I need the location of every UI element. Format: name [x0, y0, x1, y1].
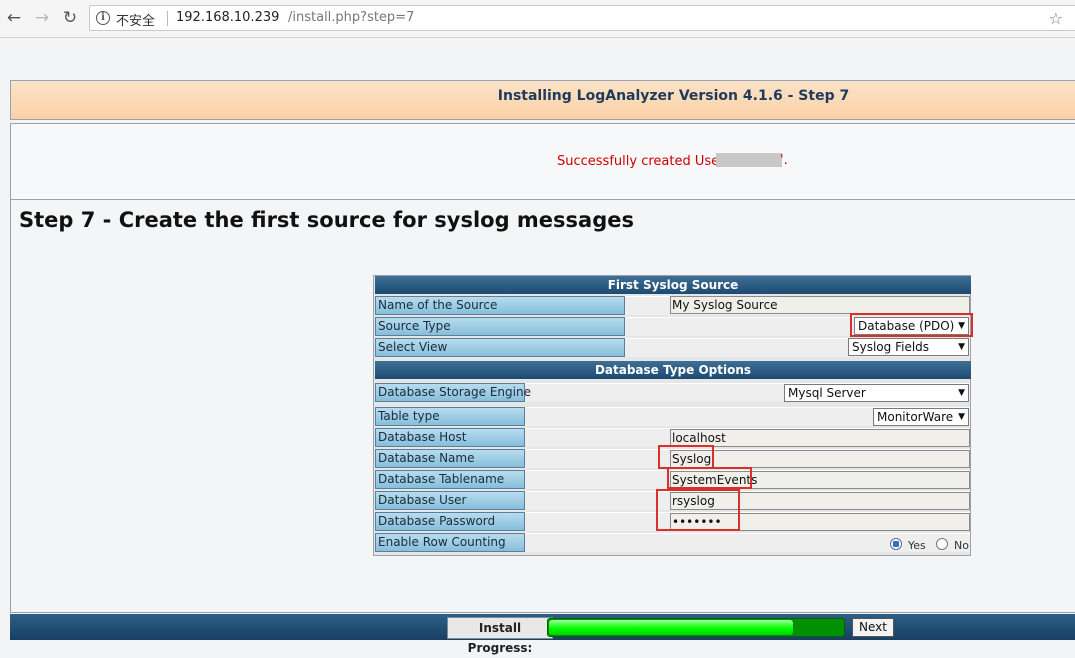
install-title-bar: Installing LogAnalyzer Version 4.1.6 - S…	[10, 80, 1075, 120]
table-type-select[interactable]: MonitorWare ▼	[873, 408, 969, 426]
highlight-db-tablename	[667, 467, 752, 489]
section-header-db-options: Database Type Options	[375, 361, 971, 379]
source-form: First Syslog Source Name of the Source M…	[373, 275, 973, 556]
label-storage-engine: Database Storage Engine	[375, 383, 531, 402]
message-box: Successfully created User	[10, 123, 1075, 200]
step-heading: Step 7 - Create the first source for sys…	[19, 208, 634, 232]
reload-icon[interactable]: ↻	[60, 8, 80, 28]
url-host: 192.168.10.239	[176, 10, 280, 25]
dropdown-arrow-icon: ▼	[958, 388, 965, 398]
dropdown-arrow-icon: ▼	[958, 342, 965, 352]
row-counting-no-label: No	[954, 539, 969, 552]
select-view-value: Syslog Fields	[852, 340, 930, 354]
highlight-db-name	[658, 445, 714, 469]
table-type-value: MonitorWare	[877, 410, 954, 424]
browser-toolbar: ← → ↻ i 不安全 192.168.10.239 /install.php?…	[0, 0, 1075, 38]
success-message: Successfully created User	[557, 154, 725, 169]
storage-engine-select[interactable]: Mysql Server ▼	[784, 384, 969, 402]
label-row-counting: Enable Row Counting	[375, 533, 525, 552]
highlight-source-type	[850, 313, 973, 337]
label-db-host: Database Host	[375, 428, 525, 447]
label-db-name: Database Name	[375, 449, 525, 468]
dropdown-arrow-icon: ▼	[958, 412, 965, 422]
source-name-input[interactable]: My Syslog Source	[670, 296, 970, 314]
db-host-input[interactable]: localhost	[670, 429, 970, 447]
next-button[interactable]: Next	[852, 618, 894, 637]
install-footer: Install Progress: Next	[10, 614, 1075, 655]
row-counting-yes-radio[interactable]	[890, 538, 902, 550]
label-db-password: Database Password	[375, 512, 525, 531]
select-view-select[interactable]: Syslog Fields ▼	[848, 338, 969, 356]
info-icon[interactable]: i	[96, 11, 110, 25]
storage-engine-value: Mysql Server	[788, 386, 866, 400]
label-table-type: Table type	[375, 407, 525, 426]
success-message-suffix: '.	[780, 153, 788, 168]
row-counting-no-radio[interactable]	[936, 538, 948, 550]
page-title: Installing LogAnalyzer Version 4.1.6 - S…	[497, 88, 850, 104]
label-select-view: Select View	[375, 338, 625, 357]
address-bar[interactable]: i 不安全 192.168.10.239 /install.php?step=7…	[89, 5, 1075, 31]
redacted-username	[716, 153, 782, 167]
row-counting-yes-label: Yes	[908, 539, 926, 552]
install-progress-bar	[547, 618, 845, 637]
back-arrow-icon[interactable]: ←	[4, 8, 24, 28]
highlight-db-credentials	[656, 489, 740, 531]
install-progress-fill	[549, 620, 793, 635]
forward-arrow-icon[interactable]: →	[32, 8, 52, 28]
db-name-input[interactable]: Syslog	[670, 450, 970, 468]
label-source-type: Source Type	[375, 317, 625, 336]
install-progress-label: Install Progress:	[447, 617, 553, 655]
security-label: 不安全	[116, 14, 156, 29]
section-header-first-source: First Syslog Source	[375, 276, 971, 294]
row-background	[524, 533, 970, 552]
url-path: /install.php?step=7	[288, 10, 415, 25]
url-separator	[167, 11, 168, 26]
bookmark-star-icon[interactable]: ☆	[1049, 9, 1063, 28]
label-db-tablename: Database Tablename	[375, 470, 525, 489]
label-db-user: Database User	[375, 491, 525, 510]
label-source-name: Name of the Source	[375, 296, 625, 315]
